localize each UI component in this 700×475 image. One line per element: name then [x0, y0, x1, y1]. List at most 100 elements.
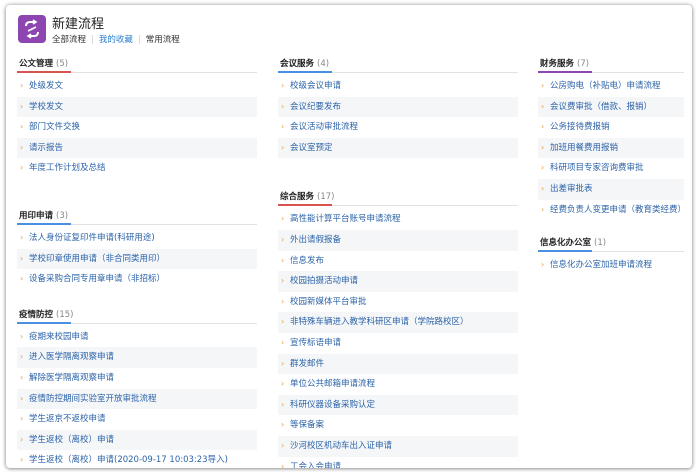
- process-link[interactable]: › 信息发布: [278, 251, 518, 272]
- process-list: › 信息化办公室加班申请流程: [538, 252, 684, 276]
- section-caiwu: 财务服务 (7) › 公房购电（补贴电）申请流程 › 会议费审批（借款、报销） › 公务接待费…: [538, 57, 687, 221]
- process-link[interactable]: › 学校印章使用申请（非合同类用印）: [17, 248, 257, 270]
- chevron-right-icon: ›: [20, 101, 24, 111]
- process-link[interactable]: › 等保备案: [278, 415, 518, 436]
- chevron-right-icon: ›: [281, 317, 285, 327]
- section-underline: [17, 71, 71, 73]
- section-count: (3): [56, 210, 69, 221]
- section-header: 公文管理 (5): [17, 57, 257, 73]
- process-link[interactable]: › 校园新媒体平台审批: [278, 292, 518, 313]
- process-link-label: 宣传标语申请: [290, 337, 342, 348]
- process-link[interactable]: › 部门文件交换: [17, 117, 257, 138]
- process-link[interactable]: › 非特殊车辆进入教学科研区申请（学院路校区）: [278, 312, 518, 333]
- process-link[interactable]: › 会议室预定: [278, 137, 518, 159]
- chevron-right-icon: ›: [20, 393, 24, 403]
- process-link[interactable]: › 进入医学隔离观察申请: [17, 347, 257, 368]
- process-link[interactable]: › 公务接待费报销: [538, 117, 684, 138]
- chevron-right-icon: ›: [541, 142, 545, 152]
- chevron-right-icon: ›: [281, 142, 285, 152]
- process-link[interactable]: › 科研项目专家咨询费审批: [538, 158, 684, 179]
- chevron-right-icon: ›: [20, 142, 24, 152]
- process-link-label: 经费负责人变更申请（教育类经费）: [550, 204, 687, 215]
- process-link[interactable]: › 宣传标语申请: [278, 333, 518, 354]
- process-link-label: 解除医学隔离观察申请: [29, 372, 115, 383]
- process-link[interactable]: › 公房购电（补贴电）申请流程: [538, 76, 684, 97]
- process-link[interactable]: › 年度工作计划及总结: [17, 158, 257, 179]
- process-link[interactable]: › 高性能计算平台账号申请流程: [278, 209, 518, 230]
- process-link-label: 信息发布: [290, 255, 325, 266]
- process-link[interactable]: › 解除医学隔离观察申请: [17, 368, 257, 389]
- process-link[interactable]: › 会议费审批（借款、报销）: [538, 96, 684, 118]
- process-link[interactable]: › 会议活动审批流程: [278, 117, 518, 138]
- process-link[interactable]: › 法人身份证复印件申请(科研用途): [17, 228, 257, 249]
- column-left: 公文管理 (5) › 处级发文 › 学校发文 › 部门文件交换 › 请示报告 › 年度工作计划及总结 …: [17, 57, 257, 468]
- process-link-label: 年度工作计划及总结: [29, 163, 106, 174]
- section-title: 公文管理: [19, 59, 54, 69]
- section-title: 综合服务: [280, 192, 315, 203]
- process-link[interactable]: › 群发邮件: [278, 353, 518, 375]
- process-link-label: 会议活动审批流程: [290, 122, 359, 133]
- process-list: › 法人身份证复印件申请(科研用途) › 学校印章使用申请（非合同类用印） › 设备采购合…: [17, 225, 257, 290]
- process-link[interactable]: › 疫期来校园申请: [17, 327, 257, 348]
- process-link[interactable]: › 信息化办公室加班申请流程: [538, 255, 684, 276]
- section-count: (5): [56, 59, 69, 69]
- section-underline: [17, 222, 71, 225]
- section-yongyin: 用印申请 (3) › 法人身份证复印件申请(科研用途) › 学校印章使用申请（非合同类用印…: [17, 209, 257, 290]
- section-count: (4): [317, 59, 330, 69]
- process-link[interactable]: › 学生返校（离校）申请: [17, 429, 257, 451]
- process-link-label: 会议费审批（借款、报销）: [550, 101, 653, 112]
- process-link[interactable]: › 学生返校（离校）申请(2020-09-17 10:03:23导入): [17, 450, 257, 468]
- process-link[interactable]: › 学校发文: [17, 96, 257, 118]
- tab-all[interactable]: 全部流程: [52, 33, 86, 45]
- process-link[interactable]: › 外出请假报备: [278, 229, 518, 251]
- process-link[interactable]: › 会议纪要发布: [278, 96, 518, 118]
- process-link[interactable]: › 请示报告: [17, 137, 257, 159]
- section-title: 会议服务: [280, 59, 315, 69]
- process-link[interactable]: › 校级会议申请: [278, 76, 518, 97]
- chevron-right-icon: ›: [541, 163, 545, 173]
- process-link[interactable]: › 设备采购合同专用章申请（非招标）: [17, 269, 257, 290]
- process-link[interactable]: › 处级发文: [17, 76, 257, 97]
- process-link[interactable]: › 疫情防控期间实验室开放审批流程: [17, 388, 257, 410]
- process-link-label: 处级发文: [29, 81, 64, 91]
- process-list: › 校级会议申请 › 会议纪要发布 › 会议活动审批流程 › 会议室预定: [278, 73, 518, 159]
- tab-common[interactable]: 常用流程: [146, 33, 180, 45]
- chevron-right-icon: ›: [541, 204, 545, 214]
- process-link[interactable]: › 工会入会申请: [278, 457, 518, 469]
- chevron-right-icon: ›: [281, 420, 285, 430]
- section-header: 信息化办公室 (1): [538, 236, 684, 253]
- chevron-right-icon: ›: [281, 399, 285, 409]
- process-link[interactable]: › 科研仪器设备采购认定: [278, 394, 518, 416]
- tab-favorites[interactable]: 我的收藏: [99, 33, 133, 45]
- window-frame: 新建流程 全部流程 | 我的收藏 | 常用流程 公文管理 (5) › 处级发文 › 学校发文 › 部门…: [6, 5, 692, 468]
- section-header: 疫情防控 (15): [17, 308, 257, 324]
- section-title: 用印申请: [19, 210, 54, 221]
- chevron-right-icon: ›: [20, 122, 24, 132]
- process-link[interactable]: › 校园拍摄活动申请: [278, 271, 518, 292]
- process-list: › 高性能计算平台账号申请流程 › 外出请假报备 › 信息发布 › 校园拍摄活动申请 › 校园新媒…: [278, 206, 518, 468]
- section-zonghe: 综合服务 (17) › 高性能计算平台账号申请流程 › 外出请假报备 › 信息发布 › 校园拍摄活…: [278, 190, 518, 468]
- section-header: 会议服务 (4): [278, 57, 518, 73]
- process-link-label: 会议室预定: [290, 142, 333, 153]
- process-link-label: 群发邮件: [290, 358, 325, 369]
- tab-divider: |: [91, 35, 94, 45]
- chevron-right-icon: ›: [20, 414, 24, 424]
- process-link[interactable]: › 学生返京不返校申请: [17, 409, 257, 430]
- section-yiqing: 疫情防控 (15) › 疫期来校园申请 › 进入医学隔离观察申请 › 解除医学隔离观察申请 › 疫…: [17, 308, 257, 468]
- chevron-right-icon: ›: [281, 214, 285, 224]
- section-header: 用印申请 (3): [17, 209, 257, 225]
- process-link-label: 校级会议申请: [290, 81, 342, 91]
- process-link-label: 信息化办公室加班申请流程: [550, 260, 653, 271]
- section-underline: [538, 71, 592, 73]
- process-link-label: 工会入会申请: [290, 461, 342, 469]
- process-link[interactable]: › 沙河校区机动车出入证申请: [278, 435, 518, 457]
- section-underline: [278, 71, 332, 73]
- section-underline: [278, 204, 332, 207]
- section-xinxihua: 信息化办公室 (1) › 信息化办公室加班申请流程: [538, 236, 684, 276]
- process-link[interactable]: › 单位公共邮箱申请流程: [278, 374, 518, 395]
- process-link-label: 学生返京不返校申请: [29, 414, 106, 425]
- process-link[interactable]: › 经费负责人变更申请（教育类经费）: [538, 200, 687, 221]
- process-link[interactable]: › 出差审批表: [538, 178, 684, 200]
- process-link[interactable]: › 加班用餐费用报销: [538, 137, 684, 159]
- process-link-label: 加班用餐费用报销: [550, 142, 619, 153]
